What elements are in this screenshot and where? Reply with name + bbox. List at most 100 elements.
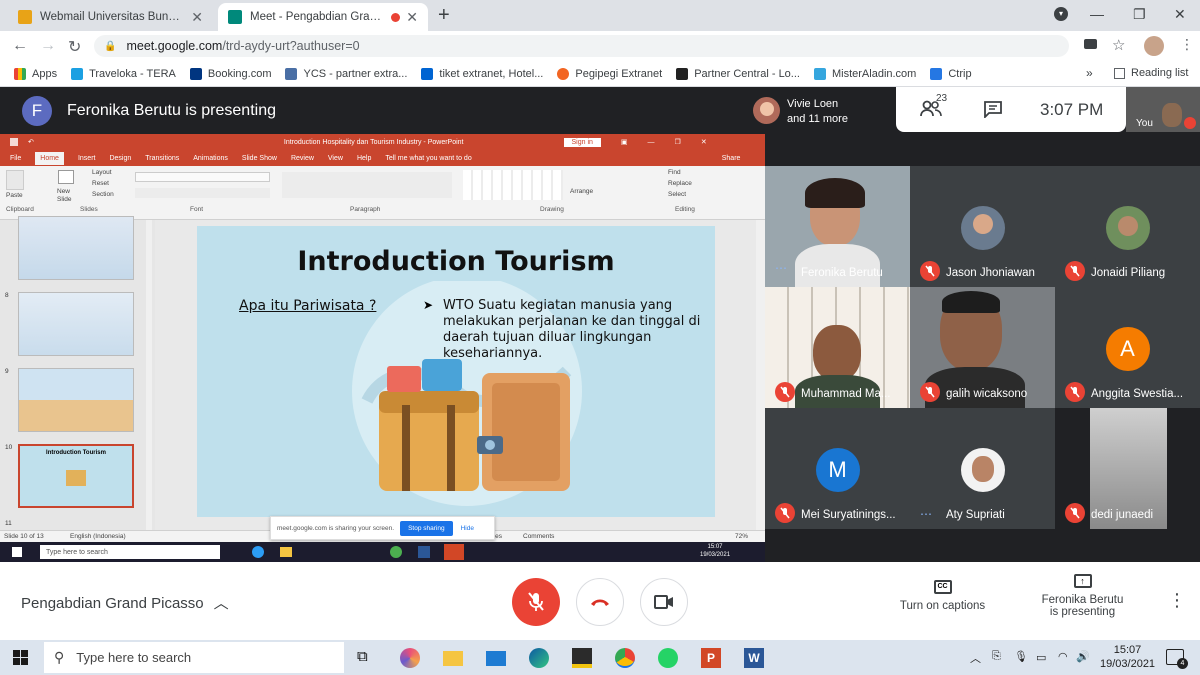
inner-edge-icon[interactable] <box>252 546 264 558</box>
inner-search-box[interactable]: Type here to search <box>40 545 220 559</box>
participant-tile-muhammad[interactable]: Muhammad Ma... <box>765 287 910 408</box>
participant-tile-anggita[interactable]: A Anggita Swestia... <box>1055 287 1200 408</box>
windows-start-button[interactable] <box>13 650 28 665</box>
chrome-taskbar-icon[interactable] <box>615 648 635 668</box>
ppt-menu-insert[interactable]: Insert <box>78 155 96 162</box>
battery-tray-icon[interactable]: ▭ <box>1036 651 1046 664</box>
slide-thumbnail-8[interactable] <box>18 292 134 356</box>
back-arrow-icon[interactable]: ← <box>12 37 28 55</box>
ppt-menu-slideshow[interactable]: Slide Show <box>242 155 277 162</box>
ppt-share-button[interactable]: Share <box>722 155 741 162</box>
section-button[interactable]: Section <box>92 191 114 198</box>
hide-banner-button[interactable]: Hide <box>461 525 474 532</box>
bookmark-apps[interactable]: Apps <box>14 67 57 80</box>
zoom-level[interactable]: 72% <box>735 533 748 540</box>
tab-search-icon[interactable]: ▾ <box>1054 7 1068 21</box>
ppt-menu-animations[interactable]: Animations <box>193 155 228 162</box>
bookmark-misteraladin[interactable]: MisterAladin.com <box>813 67 916 80</box>
mic-tray-icon[interactable]: 🎙 <box>1014 650 1028 663</box>
bookmark-traveloka[interactable]: Traveloka - TERA <box>71 67 176 80</box>
chrome-menu-icon[interactable]: ⋮ <box>1180 36 1194 53</box>
close-tab-icon[interactable]: ✕ <box>406 9 418 26</box>
ppt-ribbon-display-icon[interactable]: ▣ <box>621 138 628 146</box>
replace-button[interactable]: Replace <box>668 180 692 187</box>
font-name-box[interactable] <box>135 172 270 182</box>
close-tab-icon[interactable]: ✕ <box>191 9 203 26</box>
shapes-gallery[interactable] <box>463 170 563 200</box>
more-options-icon[interactable]: ⋮ <box>1168 590 1186 611</box>
network-tray-icon[interactable]: ⎘ <box>992 650 1001 663</box>
shared-screen[interactable]: ↶ Introduction Hospitality dan Tourism I… <box>0 134 765 562</box>
slide-thumbnail-10[interactable]: Introduction Tourism <box>18 444 134 508</box>
participant-tile-jason[interactable]: Jason Jhoniawan <box>910 166 1055 287</box>
powerpoint-taskbar-icon[interactable]: P <box>701 648 721 668</box>
participant-tile-mei[interactable]: M Mei Suryatinings... <box>765 408 910 529</box>
inner-word-icon[interactable] <box>418 546 430 558</box>
ppt-menu-view[interactable]: View <box>328 155 343 162</box>
whatsapp-icon[interactable] <box>658 648 678 668</box>
restore-icon[interactable]: ❐ <box>1133 6 1146 23</box>
forward-arrow-icon[interactable]: → <box>40 37 56 55</box>
comments-button[interactable]: Comments <box>523 533 554 540</box>
ppt-tell-me[interactable]: Tell me what you want to do <box>385 155 471 162</box>
word-taskbar-icon[interactable]: W <box>744 648 764 668</box>
participant-tile-feronika[interactable]: ⋯ Feronika Berutu <box>765 166 910 287</box>
new-tab-plus-icon[interactable]: + <box>438 4 450 27</box>
reading-list-button[interactable]: Reading list <box>1114 67 1188 79</box>
minimize-icon[interactable]: — <box>1090 6 1104 22</box>
tab-meet[interactable]: Meet - Pengabdian Grand Picasso ✕ <box>218 3 428 31</box>
arrange-button[interactable]: Arrange <box>570 188 593 195</box>
bookmark-ctrip[interactable]: Ctrip <box>930 67 972 80</box>
layout-button[interactable]: Layout <box>92 169 112 176</box>
paste-icon[interactable] <box>6 170 24 190</box>
inner-powerpoint-icon[interactable] <box>444 544 464 560</box>
bookmark-booking[interactable]: Booking.com <box>189 67 271 80</box>
captions-button[interactable]: CC Turn on captions <box>890 580 995 612</box>
participant-tile-aty[interactable]: ⋯ Aty Supriati <box>910 408 1055 529</box>
bookmark-pegipegi[interactable]: Pegipegi Extranet <box>557 67 662 80</box>
ppt-menu-design[interactable]: Design <box>109 155 131 162</box>
mail-icon[interactable] <box>486 651 506 666</box>
ppt-menu-help[interactable]: Help <box>357 155 371 162</box>
inner-folder-icon[interactable] <box>280 547 292 557</box>
undo-icon[interactable]: ↶ <box>28 138 34 146</box>
snip-app-icon[interactable] <box>400 648 420 668</box>
profile-avatar[interactable] <box>1144 36 1164 56</box>
ppt-menu-file[interactable]: File <box>10 155 21 162</box>
bookmark-star-icon[interactable]: ☆ <box>1112 36 1125 54</box>
volume-tray-icon[interactable]: 🔊 <box>1076 650 1090 663</box>
close-window-icon[interactable]: ✕ <box>1174 6 1186 23</box>
reset-button[interactable]: Reset <box>92 180 109 187</box>
new-slide-icon[interactable] <box>58 170 74 184</box>
slide-thumbnail-9[interactable] <box>18 368 134 432</box>
font-format-row[interactable] <box>135 188 270 198</box>
participant-tile-dedi[interactable]: dedi junaedi <box>1055 408 1200 529</box>
current-slide[interactable]: Introduction Tourism Apa itu Pariwisata … <box>197 226 715 517</box>
thumb-scrollbar[interactable] <box>146 220 152 530</box>
address-bar[interactable]: 🔒 meet.google.com/trd-aydy-urt?authuser=… <box>94 35 1069 57</box>
ppt-menu-review[interactable]: Review <box>291 155 314 162</box>
save-icon[interactable] <box>10 138 18 146</box>
participant-tile-galih[interactable]: galih wicaksono <box>910 287 1055 408</box>
meeting-name[interactable]: Pengabdian Grand Picasso ︿ <box>21 592 229 613</box>
bookmark-partner-central[interactable]: Partner Central - Lo... <box>676 67 800 80</box>
tab-webmail[interactable]: Webmail Universitas Bunda Mulia ✕ <box>8 3 213 31</box>
file-explorer-icon[interactable] <box>443 651 463 666</box>
more-bookmarks-icon[interactable]: » <box>1086 66 1093 80</box>
leave-call-button[interactable] <box>576 578 624 626</box>
camera-toggle-button[interactable] <box>640 578 688 626</box>
slide-thumbnail-7[interactable] <box>18 216 134 280</box>
notifications-icon[interactable]: 4 <box>1166 649 1188 669</box>
find-button[interactable]: Find <box>668 169 681 176</box>
ppt-minimize-icon[interactable]: — <box>648 139 655 146</box>
ppt-sign-in-button[interactable]: Sign in <box>563 137 601 147</box>
inner-start-icon[interactable] <box>12 547 22 557</box>
editor-scrollbar[interactable] <box>756 220 765 530</box>
reload-icon[interactable]: ↻ <box>68 37 81 57</box>
ppt-close-icon[interactable]: ✕ <box>701 138 707 146</box>
taskbar-clock[interactable]: 15:07 19/03/2021 <box>1100 643 1155 671</box>
edge-browser-icon[interactable] <box>529 648 549 668</box>
show-hidden-icons-icon[interactable]: ︿ <box>970 650 981 666</box>
sticky-app-icon[interactable] <box>572 648 592 668</box>
stop-sharing-button[interactable]: Stop sharing <box>400 520 453 536</box>
